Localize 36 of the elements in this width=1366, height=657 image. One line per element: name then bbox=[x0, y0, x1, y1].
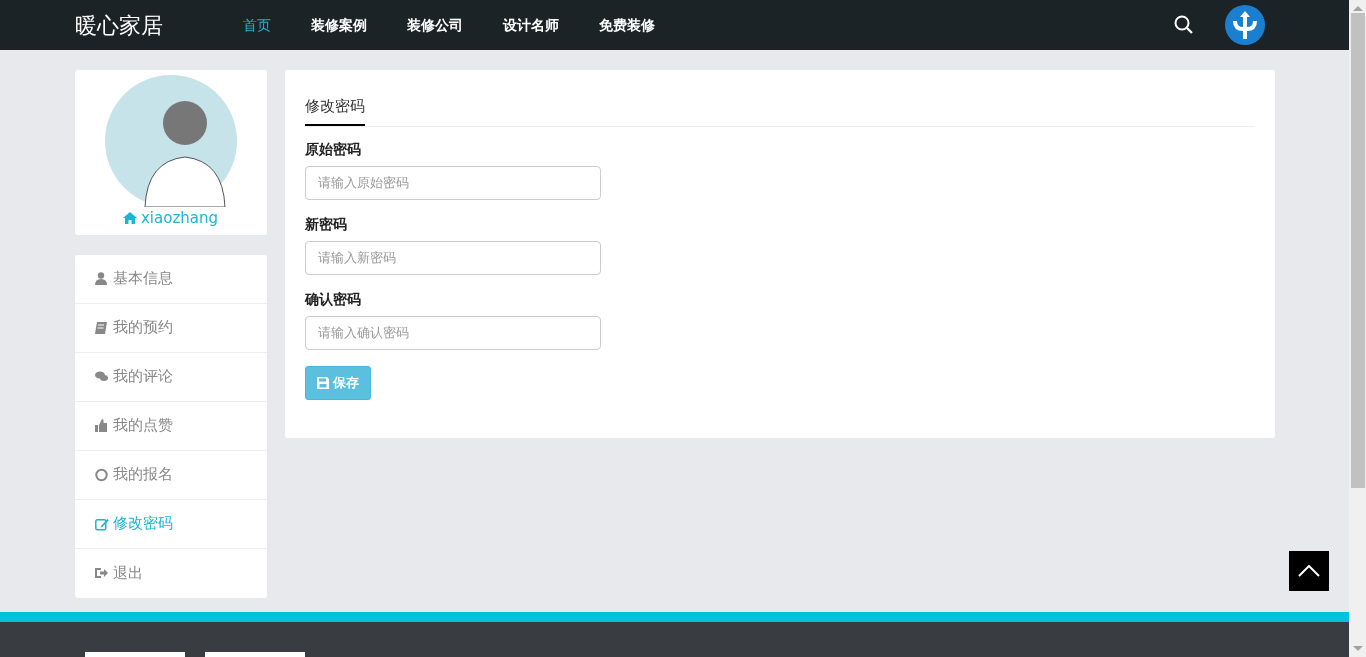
sidebar-item[interactable]: 修改密码 bbox=[74, 499, 267, 549]
field-label: 新密码 bbox=[304, 214, 348, 234]
nav-link[interactable]: 设计名师 bbox=[502, 14, 559, 36]
sidebar-item[interactable]: 基本信息 bbox=[74, 254, 267, 304]
username-link[interactable]: xiaozhang bbox=[123, 207, 218, 230]
tab[interactable]: 修改密码 bbox=[304, 95, 365, 126]
circle-icon bbox=[94, 467, 109, 482]
sidebar-item[interactable]: 我的点赞 bbox=[74, 401, 267, 451]
sidebar-item[interactable]: 我的预约 bbox=[74, 303, 267, 353]
sidebar-item[interactable]: 我的报名 bbox=[74, 450, 267, 500]
speech-bubbles-icon bbox=[94, 369, 109, 384]
save-button[interactable]: 保存 bbox=[304, 365, 371, 400]
app-logo-icon[interactable] bbox=[1224, 5, 1265, 45]
back-to-top-button[interactable] bbox=[1289, 551, 1329, 591]
book-icon bbox=[94, 320, 109, 335]
field-label: 原始密码 bbox=[304, 139, 362, 159]
scrollbar[interactable] bbox=[1349, 0, 1366, 657]
edit-icon bbox=[94, 516, 109, 531]
field-label: 确认密码 bbox=[304, 289, 362, 309]
search-icon[interactable] bbox=[1173, 15, 1194, 35]
nav-link[interactable]: 免费装修 bbox=[598, 14, 655, 36]
sidebar-item[interactable]: 我的评论 bbox=[74, 352, 267, 402]
nav-link[interactable]: 首页 bbox=[242, 14, 271, 36]
password-field[interactable]: 请输入新密码 bbox=[304, 240, 601, 275]
sidebar-item[interactable]: 退出 bbox=[74, 548, 267, 598]
password-field[interactable]: 请输入确认密码 bbox=[304, 315, 601, 350]
chevron-up-icon bbox=[1298, 565, 1320, 577]
nav-link[interactable]: 装修案例 bbox=[310, 14, 367, 36]
password-field[interactable]: 请输入原始密码 bbox=[304, 165, 601, 200]
nav-link[interactable]: 装修公司 bbox=[406, 14, 463, 36]
sign-out-icon bbox=[94, 566, 109, 580]
floppy-icon bbox=[316, 376, 329, 389]
thumbs-up-icon bbox=[94, 418, 109, 433]
user-icon bbox=[94, 271, 109, 286]
home-icon bbox=[123, 212, 137, 225]
site-logo-text[interactable]: 暖心家居 bbox=[74, 8, 163, 42]
